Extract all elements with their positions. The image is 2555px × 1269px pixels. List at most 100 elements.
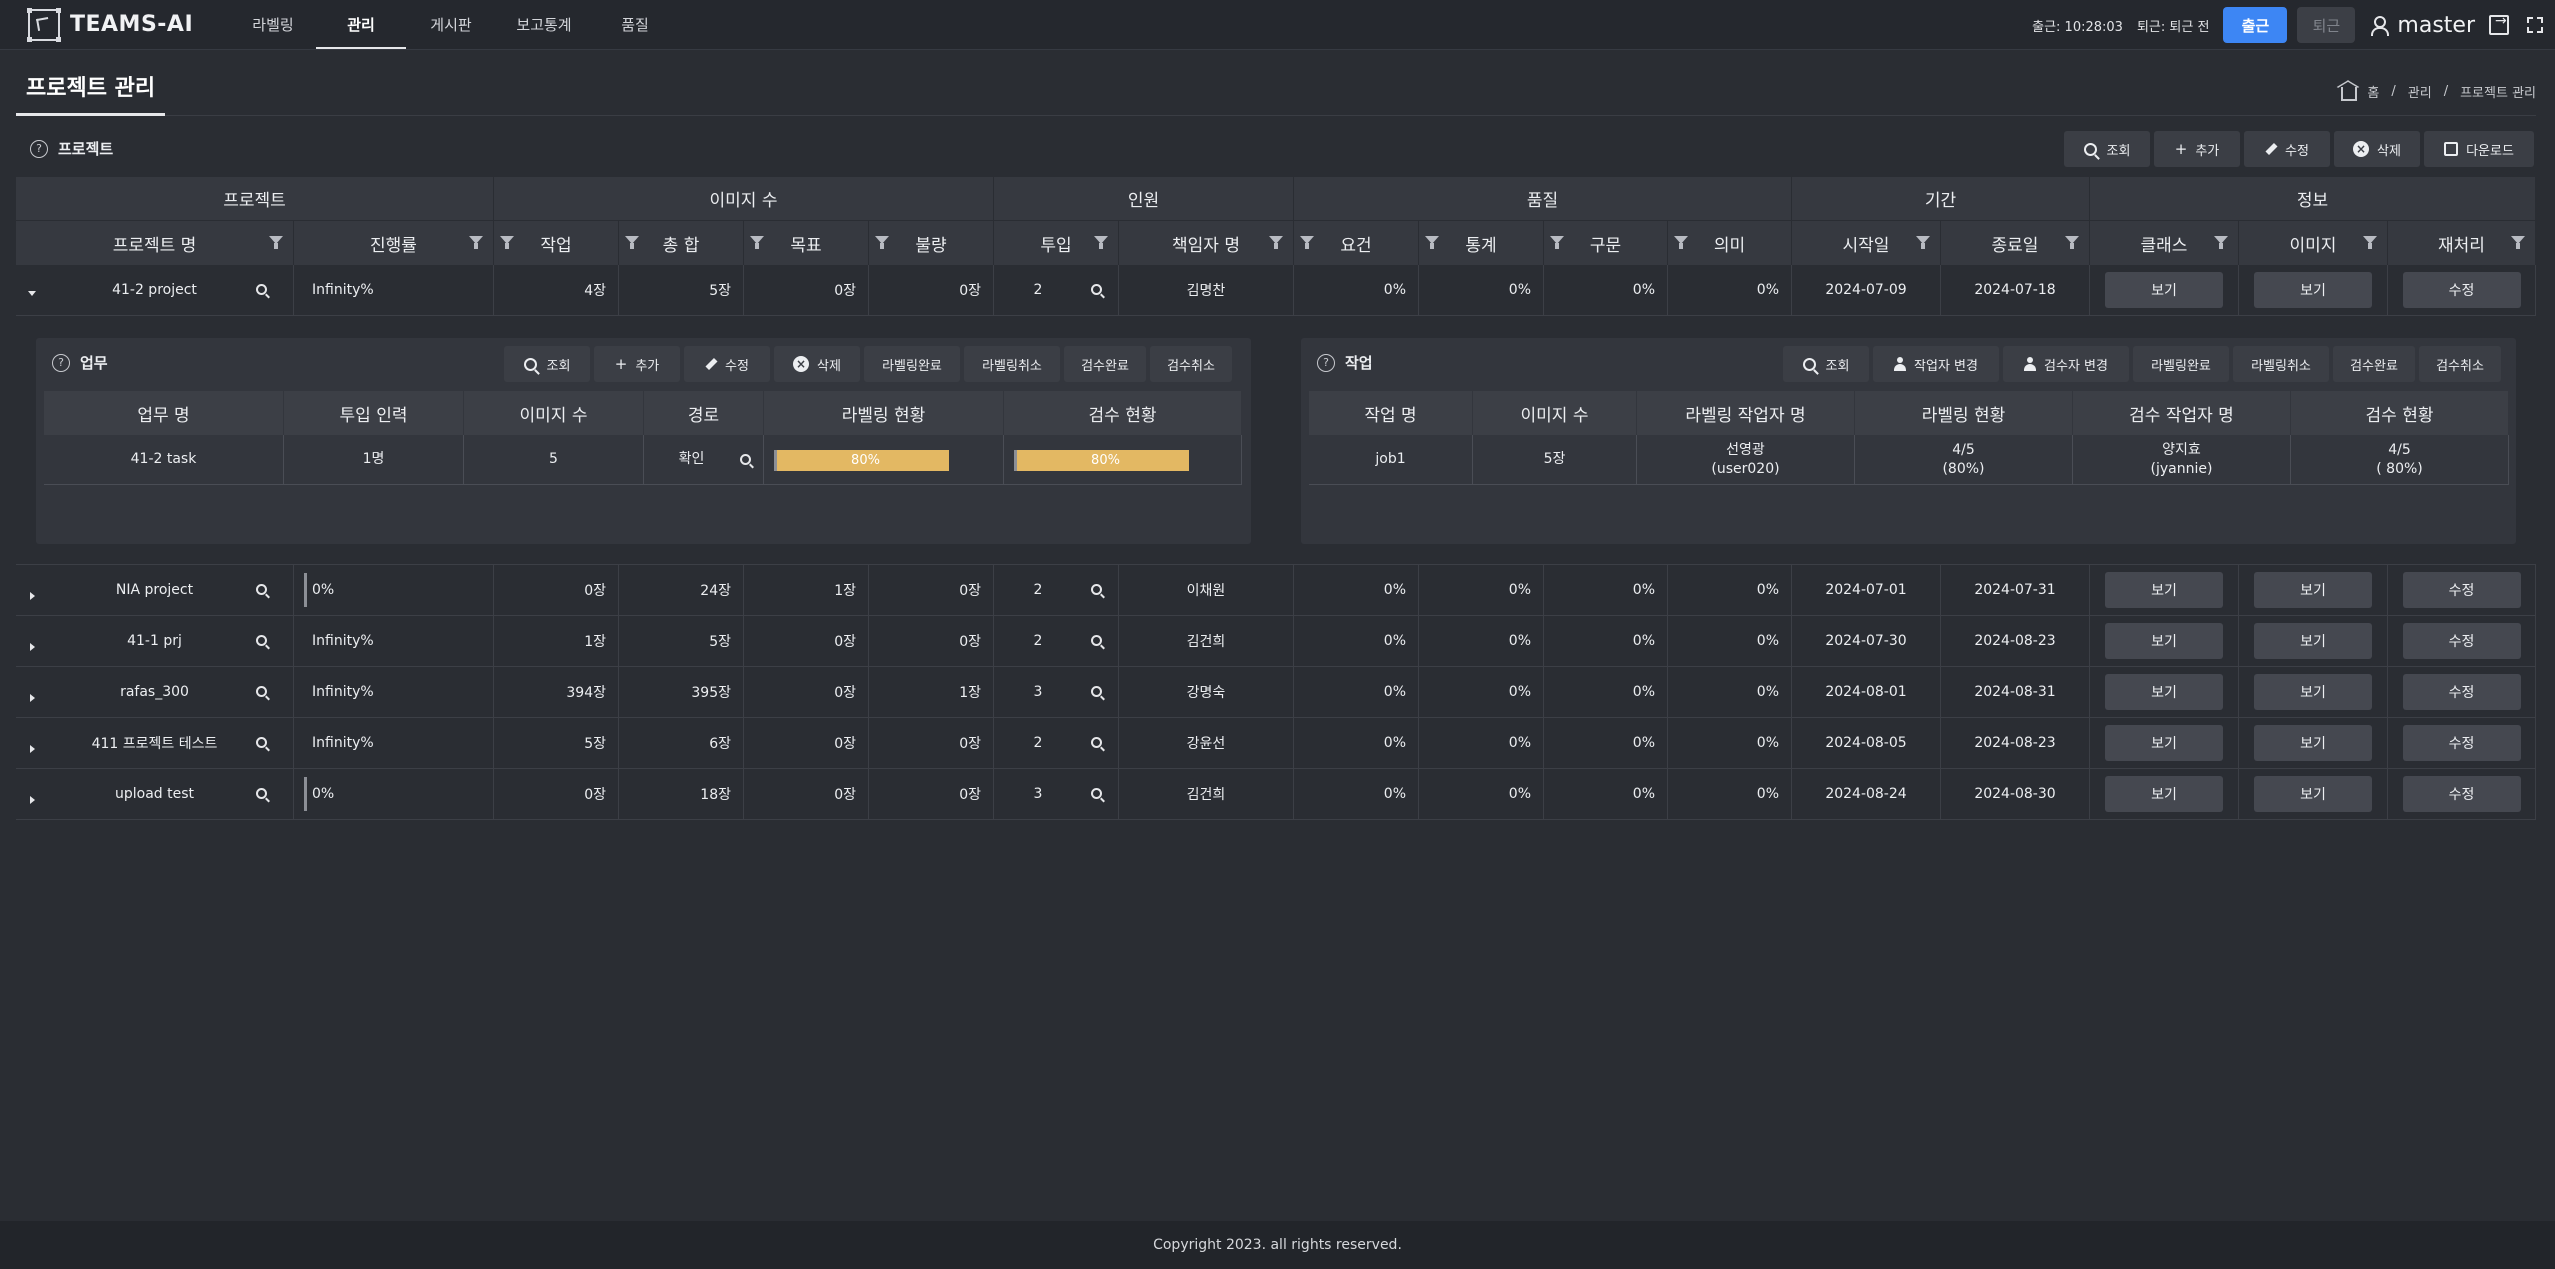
table-row[interactable]: rafas_300 Infinity% 394장 395장 0장 1장 3 강명숙 0% 0% 0%… <box>16 666 2536 718</box>
project-search-button[interactable]: 조회 <box>2064 131 2150 167</box>
task-add-button[interactable]: + 추가 <box>594 346 680 382</box>
filter-icon[interactable] <box>1269 236 1283 249</box>
help-icon[interactable]: ? <box>1317 353 1335 372</box>
search-icon[interactable] <box>1091 787 1102 799</box>
filter-icon[interactable] <box>1674 236 1688 249</box>
nav-board[interactable]: 게시판 <box>406 0 496 50</box>
filter-icon[interactable] <box>1094 236 1108 249</box>
image-view-button[interactable]: 보기 <box>2254 572 2372 608</box>
col-work[interactable]: 작업 <box>494 221 619 265</box>
col-job-images[interactable]: 이미지 수 <box>1473 391 1637 435</box>
expand-caret-icon[interactable] <box>30 642 35 651</box>
reprocess-edit-button[interactable]: 수정 <box>2402 674 2521 710</box>
class-view-button[interactable]: 보기 <box>2105 674 2223 710</box>
col-project-name[interactable]: 프로젝트 명 <box>16 221 294 265</box>
image-view-button[interactable]: 보기 <box>2254 272 2372 308</box>
search-icon[interactable] <box>740 454 751 465</box>
logout-icon[interactable] <box>2489 13 2509 35</box>
nav-labeling[interactable]: 라벨링 <box>230 0 316 50</box>
search-icon[interactable] <box>256 787 267 799</box>
logo[interactable]: TEAMS-AI <box>27 7 228 42</box>
search-icon[interactable] <box>1091 283 1102 295</box>
reprocess-edit-button[interactable]: 수정 <box>2402 623 2521 659</box>
filter-icon[interactable] <box>875 236 889 249</box>
nav-report[interactable]: 보고통계 <box>496 0 592 50</box>
nav-quality[interactable]: 품질 <box>592 0 678 50</box>
search-icon[interactable] <box>256 283 267 295</box>
filter-icon[interactable] <box>625 236 639 249</box>
image-view-button[interactable]: 보기 <box>2254 725 2372 761</box>
job-row[interactable]: job1 5장 선영광 (user020) 4/5 (80%) 양지효 (jyanni… <box>1309 435 2509 485</box>
class-view-button[interactable]: 보기 <box>2105 572 2223 608</box>
class-view-button[interactable]: 보기 <box>2105 725 2223 761</box>
col-statistics[interactable]: 통계 <box>1419 221 1544 265</box>
job-labeling-complete-button[interactable]: 라벨링완료 <box>2133 346 2229 382</box>
expand-caret-icon[interactable] <box>30 744 35 753</box>
col-reprocess[interactable]: 재처리 <box>2388 221 2536 265</box>
col-job-reviewer[interactable]: 검수 작업자 명 <box>2073 391 2291 435</box>
filter-icon[interactable] <box>2363 236 2377 249</box>
table-row[interactable]: 411 프로젝트 테스트 Infinity% 5장 6장 0장 0장 2 강윤선 0% 0% 0% 0… <box>16 717 2536 769</box>
search-icon[interactable] <box>256 685 267 697</box>
project-add-button[interactable]: + 추가 <box>2154 131 2240 167</box>
job-change-worker-button[interactable]: 작업자 변경 <box>1873 346 1999 382</box>
filter-icon[interactable] <box>1425 236 1439 249</box>
col-syntax[interactable]: 구문 <box>1544 221 1668 265</box>
class-view-button[interactable]: 보기 <box>2105 272 2223 308</box>
reprocess-edit-button[interactable]: 수정 <box>2402 572 2521 608</box>
col-progress[interactable]: 진행률 <box>294 221 494 265</box>
table-row[interactable]: NIA project 0% 0장 24장 1장 0장 2 이채원 0% 0% 0% 0% 2024-0… <box>16 564 2536 616</box>
table-row[interactable]: upload test 0% 0장 18장 0장 0장 3 김건희 0% 0% 0% 0% 2024-0… <box>16 768 2536 820</box>
search-icon[interactable] <box>1091 685 1102 697</box>
task-labeling-complete-button[interactable]: 라벨링완료 <box>864 346 960 382</box>
breadcrumb-management[interactable]: 관리 <box>2408 82 2432 101</box>
breadcrumb-home[interactable]: 홈 <box>2367 82 2379 101</box>
col-class[interactable]: 클래스 <box>2090 221 2239 265</box>
job-change-reviewer-button[interactable]: 검수자 변경 <box>2003 346 2129 382</box>
help-icon[interactable]: ? <box>52 353 70 372</box>
project-edit-button[interactable]: 수정 <box>2244 131 2330 167</box>
expand-caret-icon[interactable] <box>30 693 35 702</box>
table-row[interactable]: 41-2 project Infinity% 4장 5장 0장 0장 2 김명찬… <box>16 264 2536 316</box>
col-job-review[interactable]: 검수 현황 <box>2291 391 2509 435</box>
job-review-complete-button[interactable]: 검수완료 <box>2333 346 2415 382</box>
checkout-button[interactable]: 퇴근 <box>2297 7 2356 43</box>
checkin-button[interactable]: 출근 <box>2223 7 2288 43</box>
search-icon[interactable] <box>1091 583 1102 595</box>
col-task-path[interactable]: 경로 <box>644 391 764 435</box>
class-view-button[interactable]: 보기 <box>2105 623 2223 659</box>
search-icon[interactable] <box>256 583 267 595</box>
collapse-caret-icon[interactable] <box>28 290 36 296</box>
col-requirement[interactable]: 요건 <box>1294 221 1419 265</box>
task-edit-button[interactable]: 수정 <box>684 346 770 382</box>
reprocess-edit-button[interactable]: 수정 <box>2402 272 2521 308</box>
task-review-cancel-button[interactable]: 검수취소 <box>1150 346 1232 382</box>
filter-icon[interactable] <box>1550 236 1564 249</box>
col-total[interactable]: 총 합 <box>619 221 744 265</box>
search-icon[interactable] <box>1091 736 1102 748</box>
reprocess-edit-button[interactable]: 수정 <box>2402 725 2521 761</box>
col-manager[interactable]: 책임자 명 <box>1119 221 1294 265</box>
filter-icon[interactable] <box>1300 236 1314 249</box>
project-delete-button[interactable]: × 삭제 <box>2334 131 2420 167</box>
search-icon[interactable] <box>256 736 267 748</box>
job-review-cancel-button[interactable]: 검수취소 <box>2419 346 2501 382</box>
expand-caret-icon[interactable] <box>30 795 35 804</box>
project-download-button[interactable]: 다운로드 <box>2424 131 2534 167</box>
col-task-review[interactable]: 검수 현황 <box>1004 391 1242 435</box>
col-image[interactable]: 이미지 <box>2239 221 2388 265</box>
filter-icon[interactable] <box>2214 236 2228 249</box>
class-view-button[interactable]: 보기 <box>2105 776 2223 812</box>
col-job-labeler[interactable]: 라벨링 작업자 명 <box>1637 391 1855 435</box>
col-task-name[interactable]: 업무 명 <box>44 391 284 435</box>
filter-icon[interactable] <box>750 236 764 249</box>
filter-icon[interactable] <box>1916 236 1930 249</box>
table-row[interactable]: 41-1 prj Infinity% 1장 5장 0장 0장 2 김건희 0% 0% 0% 0% 202… <box>16 615 2536 667</box>
task-review-complete-button[interactable]: 검수완료 <box>1064 346 1146 382</box>
task-delete-button[interactable]: × 삭제 <box>774 346 860 382</box>
filter-icon[interactable] <box>269 236 283 249</box>
task-labeling-cancel-button[interactable]: 라벨링취소 <box>964 346 1060 382</box>
col-meaning[interactable]: 의미 <box>1668 221 1792 265</box>
job-search-button[interactable]: 조회 <box>1783 346 1869 382</box>
col-task-labeling[interactable]: 라벨링 현황 <box>764 391 1004 435</box>
